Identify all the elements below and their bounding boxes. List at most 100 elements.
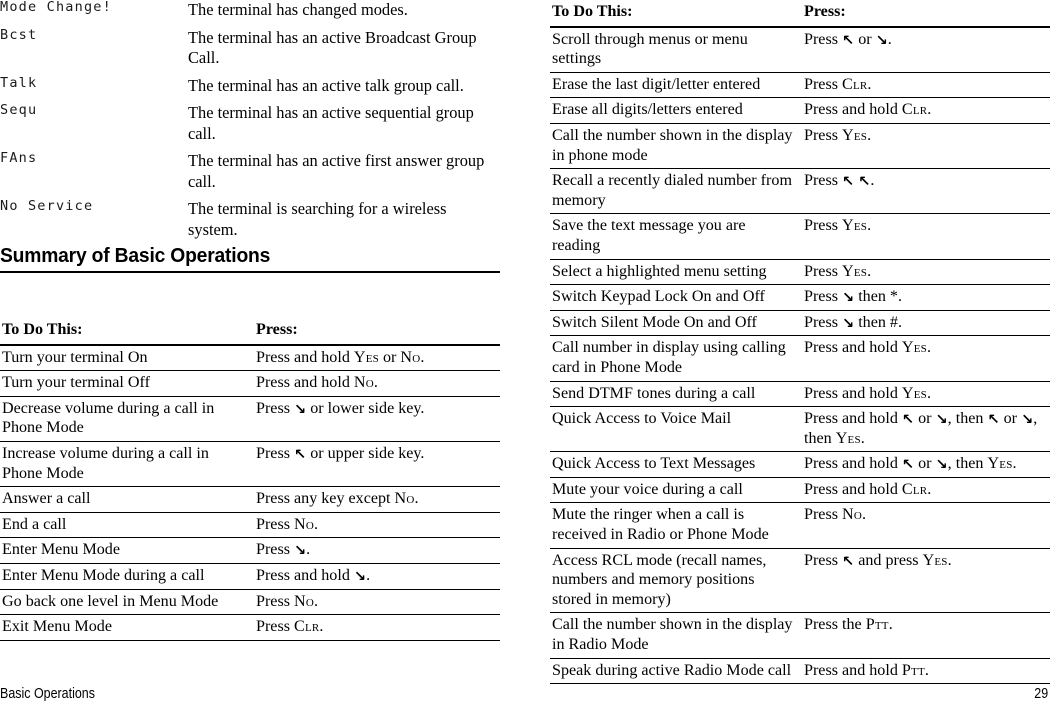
cell-action: Go back one level in Menu Mode xyxy=(2,592,219,610)
basic-operations-table-left: To Do This: Press: Turn your terminal On… xyxy=(0,318,500,641)
cell-press: Press and hold Clr. xyxy=(804,101,932,119)
key-name-yes: Yes xyxy=(842,262,868,280)
display-indicator-description: The terminal is searching for a wireless… xyxy=(188,199,447,239)
cell-press: Press Yes. xyxy=(804,126,872,144)
cell-press: Press ↘. xyxy=(256,541,311,560)
cell-press: Press No. xyxy=(804,506,867,524)
key-name-no: No xyxy=(842,506,862,524)
heading-rule xyxy=(0,271,500,273)
cell-action: Call number in display using calling car… xyxy=(552,339,786,376)
cell-action: Scroll through menus or menu settings xyxy=(552,30,748,68)
display-indicator-description: The terminal has an active first answer … xyxy=(188,151,485,191)
arrow-up-left-icon: ↖ xyxy=(858,174,871,191)
table-row: Increase volume during a call in Phone M… xyxy=(0,441,500,487)
table-row: Mute your voice during a call Press and h… xyxy=(550,477,1050,503)
cell-press: Press and hold ↖ or ↘, then ↖ or ↘, then… xyxy=(804,410,1038,447)
table-row: Call number in display using calling car… xyxy=(550,336,1050,381)
arrow-up-left-icon: ↖ xyxy=(901,457,915,474)
key-name-no: No xyxy=(294,515,314,533)
table-row: Go back one level in Menu Mode Press No. xyxy=(0,589,500,615)
arrow-down-right-icon: ↘ xyxy=(353,568,367,585)
display-indicator-text: FAns xyxy=(0,150,38,166)
cell-press: Press ↖ or upper side key. xyxy=(256,444,425,463)
display-indicator-description: The terminal has an active sequential gr… xyxy=(188,103,474,143)
arrow-down-right-icon: ↘ xyxy=(935,457,948,474)
key-name-yes: Yes xyxy=(922,551,948,569)
page-title: Summary of Basic Operations xyxy=(0,244,271,267)
footer-page-number: 29 xyxy=(1034,686,1048,702)
ops-table-right-wrap: To Do This: Press: Scroll through menus … xyxy=(550,0,1050,684)
cell-action: Answer a call xyxy=(2,490,91,508)
ops-left-header: To Do This: Press: xyxy=(0,318,500,345)
table-row: Call the number shown in the display in … xyxy=(550,613,1050,659)
arrow-down-right-icon: ↘ xyxy=(842,315,855,332)
arrow-up-left-icon: ↖ xyxy=(987,412,1000,429)
cell-action: Send DTMF tones during a call xyxy=(552,384,756,402)
cell-press: Press the Ptt. xyxy=(804,616,893,634)
key-name-yes: Yes xyxy=(901,339,927,357)
table-row: Scroll through menus or menu settings Pre… xyxy=(550,27,1050,73)
arrow-down-right-icon: ↘ xyxy=(294,543,307,560)
table-row: Select a highlighted menu setting Press Y… xyxy=(550,259,1050,285)
legend-row: Bcst The terminal has an active Broadcast… xyxy=(0,26,500,76)
cell-press: Press No. xyxy=(256,515,319,533)
legend-row: Sequ The terminal has an active sequentia… xyxy=(0,103,500,151)
table-row: Decrease volume during a call in Phone M… xyxy=(0,396,500,442)
table-row: Erase the last digit/letter entered Press… xyxy=(550,72,1050,98)
cell-action: Save the text message you are reading xyxy=(552,217,746,254)
cell-press: Press and hold Clr. xyxy=(804,480,932,498)
cell-press: Press ↖ or ↘. xyxy=(804,30,892,49)
cell-action: Speak during active Radio Mode call xyxy=(552,661,792,679)
arrow-down-right-icon: ↘ xyxy=(1021,412,1034,429)
display-indicator-text: Bcst xyxy=(0,26,38,43)
cell-press: Press ↖ and press Yes. xyxy=(804,551,952,570)
cell-press: Press Clr. xyxy=(256,618,324,636)
ops-left-body: Turn your terminal On Press and hold Yes … xyxy=(0,345,500,641)
table-row: Call the number shown in the display in … xyxy=(550,123,1050,169)
display-indicator-text: No Service xyxy=(0,198,94,214)
display-indicator-text: Sequ xyxy=(0,102,38,118)
section-heading-block: Summary of Basic Operations xyxy=(0,244,500,273)
table-row: Quick Access to Voice Mail Press and hold… xyxy=(550,407,1050,452)
ops-right-header: To Do This: Press: xyxy=(550,0,1050,27)
display-indicator-description: The terminal has an active Broadcast Gro… xyxy=(188,27,477,68)
cell-press: Press No. xyxy=(256,592,319,610)
cell-press: Press Yes. xyxy=(804,262,872,280)
arrow-down-right-icon: ↘ xyxy=(294,401,307,418)
key-name-ptt: Ptt xyxy=(865,616,889,634)
cell-press: Press ↖ ↖. xyxy=(804,172,875,191)
display-indicator-legend: Mode Change! The terminal has changed mod… xyxy=(0,0,500,247)
cell-action: Enter Menu Mode during a call xyxy=(2,566,205,584)
key-name-yes: Yes xyxy=(842,126,868,144)
key-name-no: No xyxy=(400,348,421,366)
key-name-yes: Yes xyxy=(835,429,861,447)
cell-action: Mute your voice during a call xyxy=(552,480,743,498)
ops-table-left-wrap: To Do This: Press: Turn your terminal On… xyxy=(0,318,500,641)
key-name-no: No xyxy=(353,374,374,392)
cell-action: Quick Access to Voice Mail xyxy=(552,410,732,428)
cell-action: Erase the last digit/letter entered xyxy=(552,75,761,93)
cell-action: Switch Keypad Lock On and Off xyxy=(552,288,765,306)
key-name-clr: Clr xyxy=(901,101,928,119)
display-indicator-description: The terminal has changed modes. xyxy=(188,0,408,19)
cell-action: Access RCL mode (recall names, numbers a… xyxy=(552,551,767,608)
key-name-clr: Clr xyxy=(901,480,928,498)
table-row: Quick Access to Text Messages Press and h… xyxy=(550,452,1050,478)
cell-press: Press and hold Yes. xyxy=(804,384,931,402)
key-name-yes: Yes xyxy=(842,217,868,235)
cell-press: Press Clr. xyxy=(804,75,872,93)
cell-press: Press and hold ↖ or ↘, then Yes. xyxy=(804,455,1017,474)
display-indicator-text: Talk xyxy=(0,74,38,91)
cell-action: End a call xyxy=(2,515,67,533)
legend-row: Talk The terminal has an active talk grou… xyxy=(0,74,500,104)
key-name-yes: Yes xyxy=(353,348,379,366)
table-row: Mute the ringer when a call is received … xyxy=(550,503,1050,549)
legend-row: Mode Change! The terminal has changed mod… xyxy=(0,0,500,28)
cell-action: Select a highlighted menu setting xyxy=(552,262,767,280)
key-name-clr: Clr xyxy=(294,618,320,636)
arrow-up-left-icon: ↖ xyxy=(842,553,855,570)
cell-action: Call the number shown in the display in … xyxy=(552,616,793,654)
display-indicator-description: The terminal has an active talk group ca… xyxy=(188,75,464,95)
key-name-no: No xyxy=(394,490,415,508)
column-header-press: Press: xyxy=(804,3,846,20)
